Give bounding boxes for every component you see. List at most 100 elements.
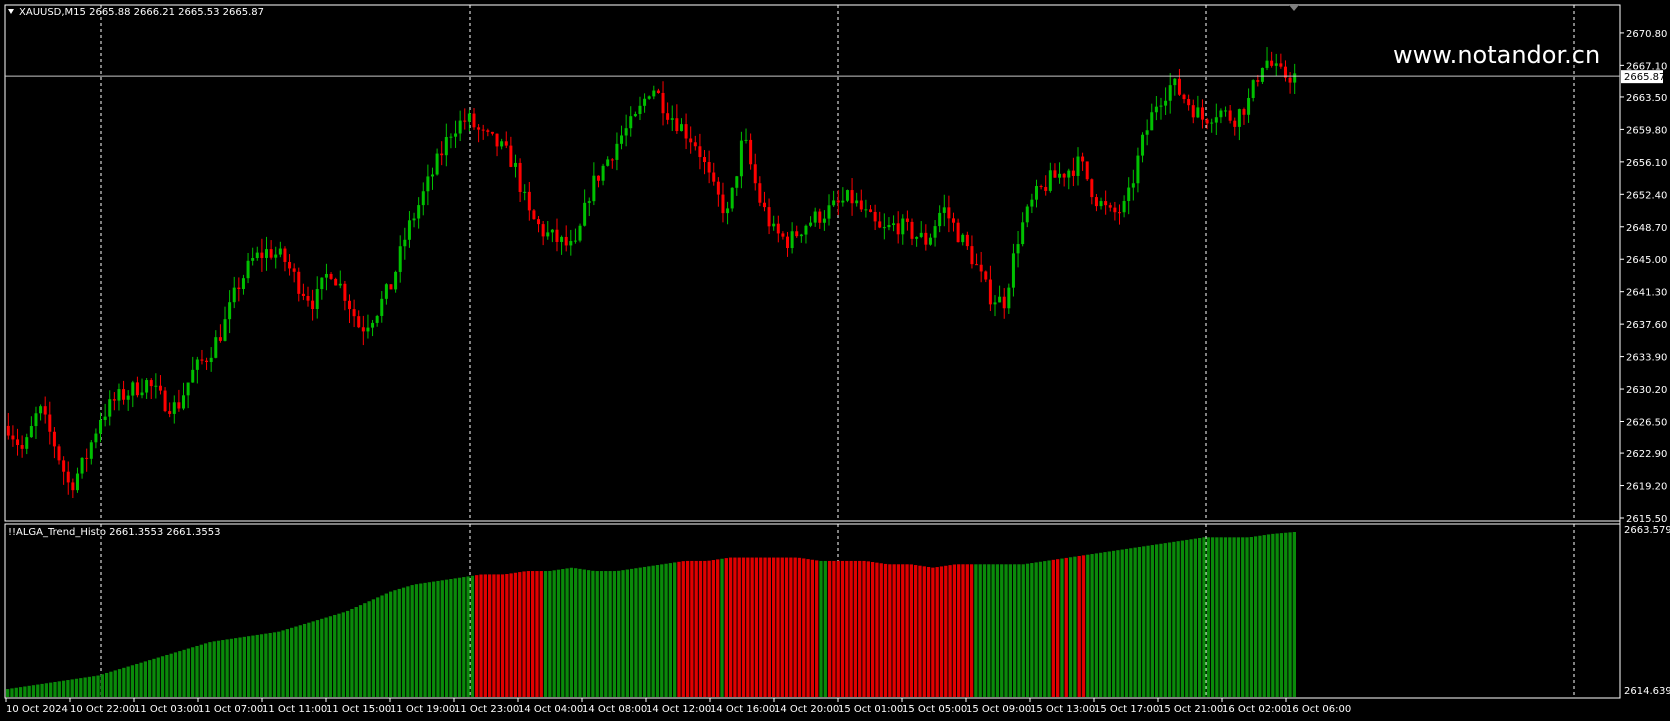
candle-body <box>11 435 15 440</box>
histogram-bar <box>793 557 797 697</box>
histogram-bar <box>694 560 698 697</box>
histogram-bar <box>23 686 27 697</box>
histogram-bar <box>638 567 642 697</box>
histogram-bar <box>66 680 70 697</box>
histogram-bar <box>345 610 350 697</box>
candle-body <box>490 131 494 134</box>
chart-window[interactable]: 2670.80 2667.10 2663.50 2659.80 2656.10 2652.… <box>0 0 1670 721</box>
candle-body <box>813 211 817 223</box>
candle-body <box>924 232 928 245</box>
candle-body <box>1034 186 1038 200</box>
candle-body <box>1011 253 1015 288</box>
candle-body <box>739 140 743 177</box>
candle-body <box>435 153 439 175</box>
candle-body <box>1154 106 1158 113</box>
histogram-bar <box>470 575 475 697</box>
candle-body <box>730 187 734 209</box>
histogram-bar <box>475 575 479 697</box>
histogram-bar <box>750 557 754 697</box>
histogram-bar <box>363 603 367 697</box>
histogram-bar <box>862 560 866 697</box>
histogram-bar <box>341 612 345 697</box>
candle-body <box>652 90 656 97</box>
histogram-bar <box>337 613 341 697</box>
candle-body <box>513 162 517 167</box>
time-tick-label: 15 Oct 01:00 <box>838 704 903 715</box>
candle-body <box>1053 170 1057 178</box>
candle-body <box>481 129 485 131</box>
candle-body <box>1030 199 1034 207</box>
candle-body <box>767 207 771 227</box>
candle-body <box>979 264 983 272</box>
candle-body <box>34 413 38 427</box>
histogram-bar <box>311 621 315 697</box>
candle-body <box>1187 99 1191 106</box>
candle-body <box>177 402 181 409</box>
candle-body <box>126 395 130 400</box>
candle-body <box>537 219 541 225</box>
histogram-bar <box>858 560 862 697</box>
histogram-bar <box>350 608 354 697</box>
dropdown-triangle-icon[interactable] <box>8 9 14 14</box>
candle-body <box>942 207 946 213</box>
candle-body <box>988 279 992 305</box>
candle-body <box>841 200 845 203</box>
time-tick-label: 15 Oct 13:00 <box>1030 704 1095 715</box>
candle-body <box>191 369 195 383</box>
candle-body <box>357 316 361 328</box>
histogram-bar <box>1215 537 1219 697</box>
candle-body <box>569 241 573 246</box>
candle-body <box>315 289 319 310</box>
histogram-bar <box>371 599 376 697</box>
candle-body <box>274 254 278 258</box>
histogram-bar <box>1017 564 1021 697</box>
candle-body <box>99 419 103 434</box>
histogram-bar <box>733 557 737 697</box>
candle-body <box>693 142 697 147</box>
time-axis: 10 Oct 2024 10 Oct 22:0011 Oct 03:0011 Oc… <box>5 698 1351 715</box>
price-tick-label: 2626.50 <box>1626 418 1667 429</box>
histogram-bar <box>870 561 875 697</box>
histogram-bar <box>944 565 948 697</box>
histogram-bar <box>673 562 677 697</box>
price-tick-label: 2648.70 <box>1626 223 1667 234</box>
histogram-bar <box>879 563 883 697</box>
histogram-bar <box>931 567 935 697</box>
histogram-bar <box>432 581 436 697</box>
candle-body <box>232 287 236 303</box>
candle-body <box>320 277 324 290</box>
candle-body <box>1288 77 1292 83</box>
histogram-bar <box>462 577 466 697</box>
histogram-bar <box>905 564 909 697</box>
candle-body <box>532 210 536 220</box>
histogram-bar <box>186 648 191 697</box>
histogram-bar <box>328 616 333 697</box>
histogram-bar <box>849 560 853 697</box>
histogram-bar <box>1034 562 1038 697</box>
histogram-bar <box>1047 560 1051 697</box>
histogram-bar <box>1103 552 1107 697</box>
candle-body <box>675 118 679 132</box>
histogram-bar <box>1180 540 1185 697</box>
histogram-bar <box>728 557 733 697</box>
histogram-bar <box>810 559 815 697</box>
candle-body <box>1200 107 1204 120</box>
candle-body <box>970 246 974 265</box>
histogram-bar <box>444 579 449 697</box>
candle-body <box>836 200 840 203</box>
candle-body <box>131 382 135 396</box>
histogram-bar <box>1154 544 1159 697</box>
candle-body <box>762 202 766 208</box>
histogram-bar <box>827 560 832 697</box>
candle-body <box>956 222 960 243</box>
histogram-bar <box>388 591 393 697</box>
indicator-bottom-label: 2614.6394 <box>1624 686 1670 697</box>
chart-shift-marker-icon[interactable] <box>1289 5 1299 11</box>
histogram-bar <box>419 583 423 697</box>
chart-canvas[interactable]: 2670.802667.102663.502659.802656.102652.… <box>0 0 1670 721</box>
candle-body <box>961 234 965 243</box>
histogram-bar <box>629 568 634 697</box>
histogram-bar <box>1000 564 1004 697</box>
candle-body <box>495 133 499 147</box>
histogram-bar <box>1228 537 1232 697</box>
